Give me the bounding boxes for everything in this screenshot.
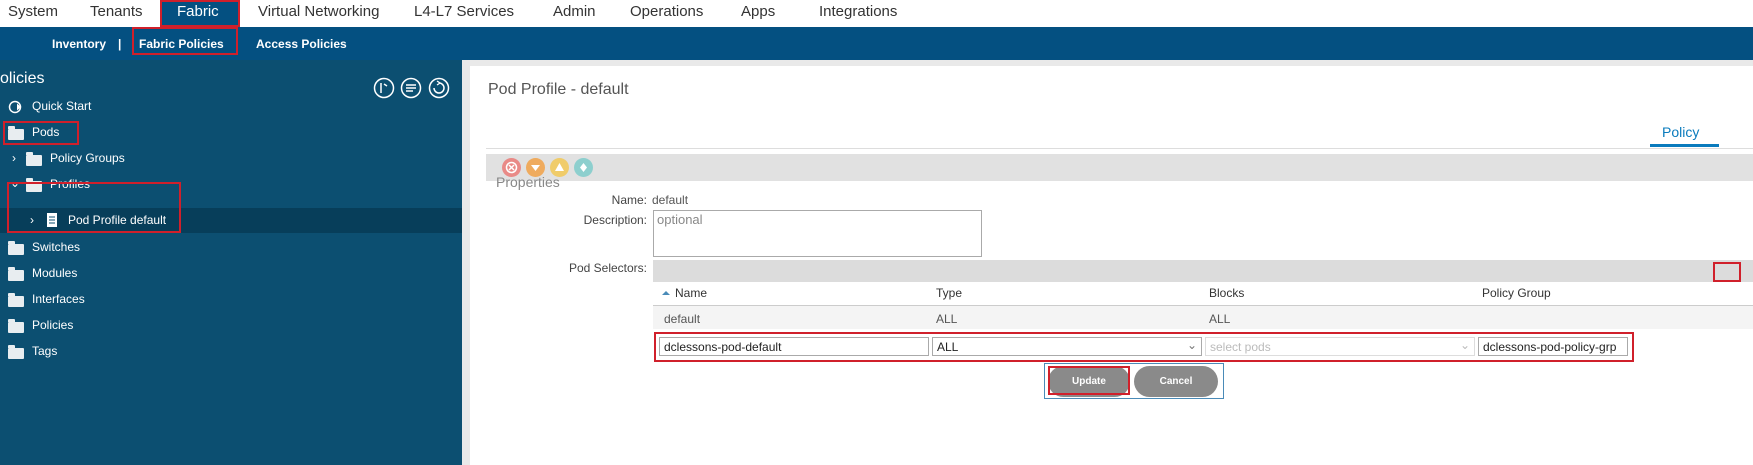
quick-start-icon [8, 100, 22, 114]
subnav-separator: | [118, 37, 122, 51]
folder-icon [8, 267, 24, 281]
col-type[interactable]: Type [936, 286, 962, 300]
sort-ascending-icon[interactable] [661, 288, 671, 298]
highlight-box [132, 27, 238, 55]
chevron-right-icon[interactable]: › [12, 151, 16, 165]
cancel-button[interactable]: Cancel [1134, 366, 1218, 397]
tree-item-label: Policy Groups [50, 151, 125, 165]
folder-icon [8, 319, 24, 333]
sidebar-collapse-icon[interactable] [373, 77, 395, 99]
section-properties: Properties [496, 174, 560, 190]
col-blocks[interactable]: Blocks [1209, 286, 1244, 300]
folder-icon [8, 241, 24, 255]
tree-item-label: Modules [32, 266, 78, 280]
col-name[interactable]: Name [675, 286, 707, 300]
tree-item-label: Policies [32, 318, 74, 332]
folder-icon [8, 293, 24, 307]
tree-item-label: Switches [32, 240, 81, 254]
page-title: Pod Profile - default [488, 81, 629, 98]
highlight-box [160, 0, 240, 27]
highlight-box [3, 121, 79, 145]
tree-item-tags[interactable]: Tags [0, 341, 462, 363]
nav-system[interactable]: System [8, 3, 58, 20]
main-panel: Pod Profile - default Policy Properties … [470, 66, 1753, 465]
nav-virtual-networking[interactable]: Virtual Networking [258, 3, 379, 20]
highlight-box [7, 182, 181, 233]
name-label: Name: [611, 193, 647, 207]
nav-apps[interactable]: Apps [741, 3, 775, 20]
fault-toolbar [486, 154, 1753, 181]
tree-item-label: Quick Start [32, 99, 92, 113]
tree-item-switches[interactable]: Switches [0, 237, 462, 259]
row-name: default [664, 312, 701, 326]
description-label: Description: [583, 213, 647, 227]
tree-item-policies[interactable]: Policies [0, 315, 462, 337]
nav-operations[interactable]: Operations [630, 3, 703, 20]
warning-fault-icon[interactable] [574, 158, 593, 177]
tab-underline [1650, 144, 1719, 147]
name-value: default [652, 193, 689, 207]
tab-policy[interactable]: Policy [1662, 124, 1699, 140]
sidebar-list-icon[interactable] [400, 77, 422, 99]
table-row[interactable] [653, 306, 1753, 329]
sidebar-title: olicies [0, 70, 45, 87]
highlight-box [1048, 366, 1130, 395]
row-type: ALL [936, 312, 958, 326]
tree-item-modules[interactable]: Modules [0, 263, 462, 285]
folder-icon [26, 152, 42, 166]
nav-admin[interactable]: Admin [553, 3, 596, 20]
tree-item-interfaces[interactable]: Interfaces [0, 289, 462, 311]
sidebar-refresh-icon[interactable] [428, 77, 450, 99]
top-nav: System Tenants Fabric Virtual Networking… [0, 0, 1753, 27]
tab-divider [486, 148, 1753, 149]
subnav-access-policies[interactable]: Access Policies [256, 37, 347, 51]
sidebar: olicies Quick Start Pods › Policy Groups… [0, 60, 462, 465]
tree-item-quick-start[interactable]: Quick Start [0, 96, 462, 118]
tree-item-label: Interfaces [32, 292, 85, 306]
add-selector-button[interactable] [1713, 262, 1741, 282]
description-field[interactable]: optional [653, 210, 982, 257]
folder-icon [8, 345, 24, 359]
nav-tenants[interactable]: Tenants [90, 3, 143, 20]
pod-selectors-toolbar [653, 260, 1753, 282]
tree-item-policy-groups[interactable]: › Policy Groups [0, 148, 462, 170]
tree-item-label: Tags [32, 344, 58, 358]
col-policy-group[interactable]: Policy Group [1482, 286, 1551, 300]
nav-integrations[interactable]: Integrations [819, 3, 897, 20]
pod-selectors-label: Pod Selectors: [568, 261, 647, 275]
sub-nav: Inventory | Fabric Policies Access Polic… [0, 27, 1753, 60]
highlight-box [654, 332, 1634, 362]
splitter[interactable] [462, 60, 470, 465]
description-placeholder: optional [657, 212, 703, 227]
subnav-inventory[interactable]: Inventory [52, 37, 106, 51]
row-blocks: ALL [1209, 312, 1231, 326]
nav-l4-l7-services[interactable]: L4-L7 Services [414, 3, 514, 20]
